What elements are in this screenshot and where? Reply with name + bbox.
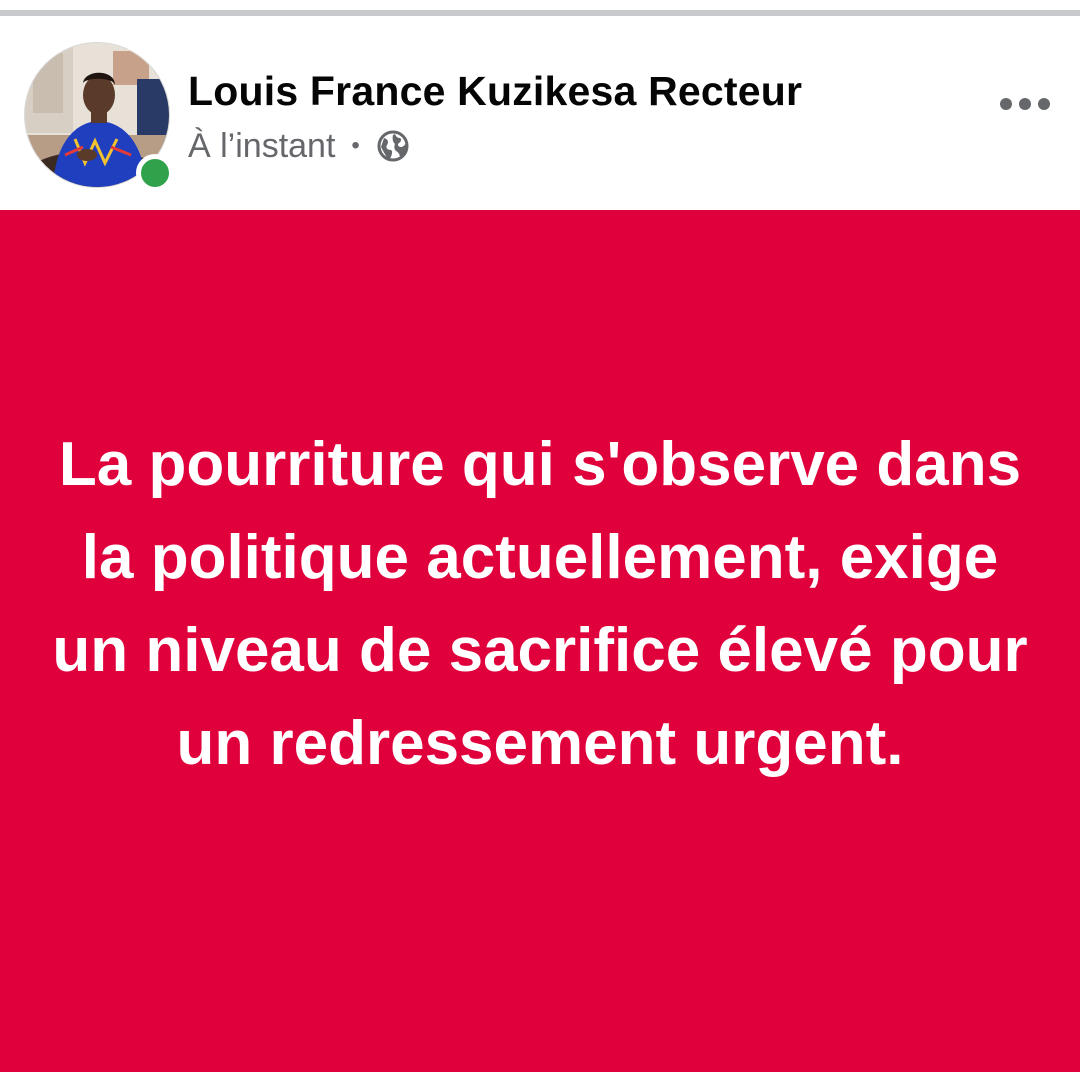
globe-icon[interactable] (376, 129, 410, 163)
bottom-strip (0, 1072, 1080, 1080)
post-card: Louis France Kuzikesa Recteur À l’instan… (0, 0, 1080, 1080)
post-background[interactable]: La pourriture qui s'observe dans la poli… (0, 210, 1080, 1072)
more-options-icon (1000, 98, 1012, 110)
post-text: La pourriture qui s'observe dans la poli… (52, 430, 1028, 778)
more-options-button[interactable] (990, 82, 1060, 126)
author-avatar-container[interactable] (24, 42, 174, 192)
post-meta: À l’instant • (188, 124, 410, 168)
post-header: Louis France Kuzikesa Recteur À l’instan… (0, 16, 1080, 210)
meta-separator: • (351, 132, 360, 159)
post-timestamp[interactable]: À l’instant (188, 127, 335, 166)
online-status-indicator (136, 154, 174, 192)
more-options-icon (1038, 98, 1050, 110)
more-options-icon (1019, 98, 1031, 110)
author-name[interactable]: Louis France Kuzikesa Recteur (188, 68, 802, 115)
